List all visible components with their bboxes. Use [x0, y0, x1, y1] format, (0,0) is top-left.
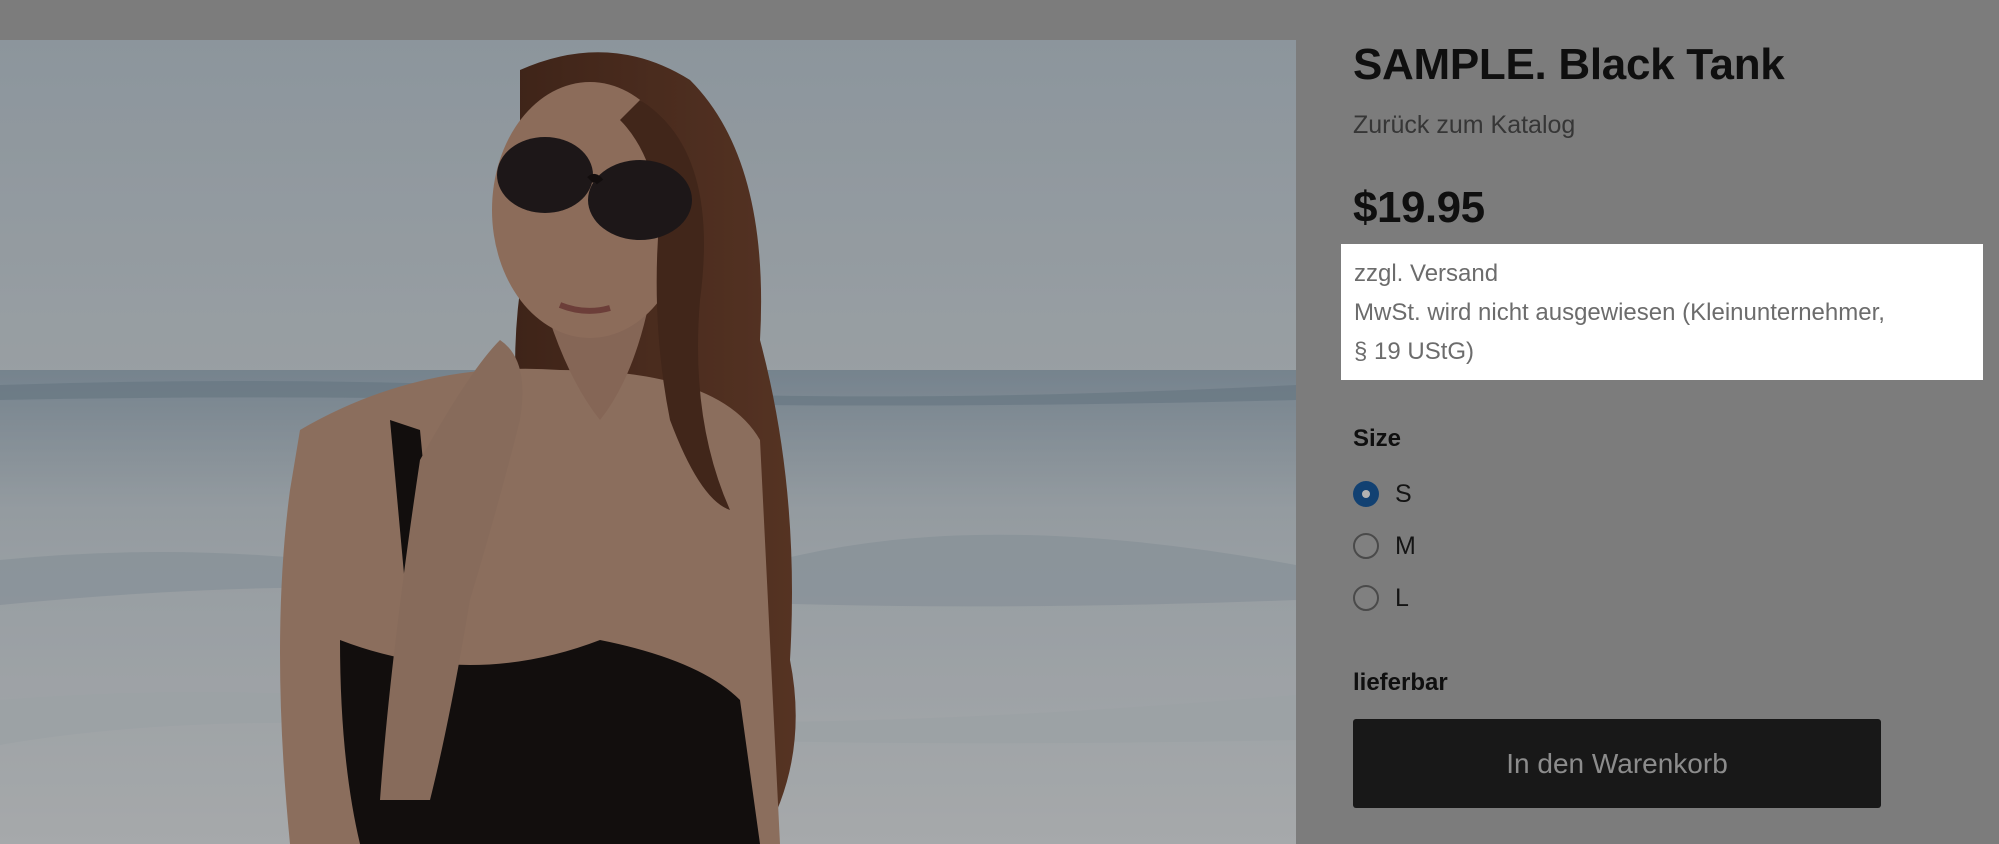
- product-info-panel: SAMPLE. Black Tank Zurück zum Katalog $1…: [1353, 0, 1993, 844]
- availability-status: lieferbar: [1353, 669, 1448, 696]
- product-title: SAMPLE. Black Tank: [1353, 40, 1785, 89]
- tax-note-line-2: § 19 UStG): [1354, 338, 1475, 365]
- size-label: Size: [1353, 425, 1402, 452]
- tax-note-line-1: MwSt. wird nicht ausgewiesen (Kleinunter…: [1354, 299, 1885, 326]
- radio-unselected-icon[interactable]: [1353, 585, 1379, 611]
- size-option-label: L: [1395, 583, 1409, 612]
- add-to-cart-button[interactable]: In den Warenkorb: [1353, 719, 1881, 808]
- size-option-l[interactable]: L: [1353, 572, 1416, 624]
- shipping-note: zzgl. Versand: [1354, 260, 1499, 287]
- radio-selected-icon[interactable]: [1353, 481, 1379, 507]
- size-option-label: S: [1395, 479, 1412, 508]
- size-options: S M L: [1353, 468, 1416, 624]
- back-to-catalog-link[interactable]: Zurück zum Katalog: [1353, 111, 1575, 140]
- size-option-s[interactable]: S: [1353, 468, 1416, 520]
- product-image: [0, 40, 1296, 844]
- size-option-m[interactable]: M: [1353, 520, 1416, 572]
- shipping-tax-notice: zzgl. Versand MwSt. wird nicht ausgewies…: [1341, 244, 1983, 380]
- product-price: $19.95: [1353, 183, 1485, 232]
- radio-unselected-icon[interactable]: [1353, 533, 1379, 559]
- size-option-label: M: [1395, 531, 1416, 560]
